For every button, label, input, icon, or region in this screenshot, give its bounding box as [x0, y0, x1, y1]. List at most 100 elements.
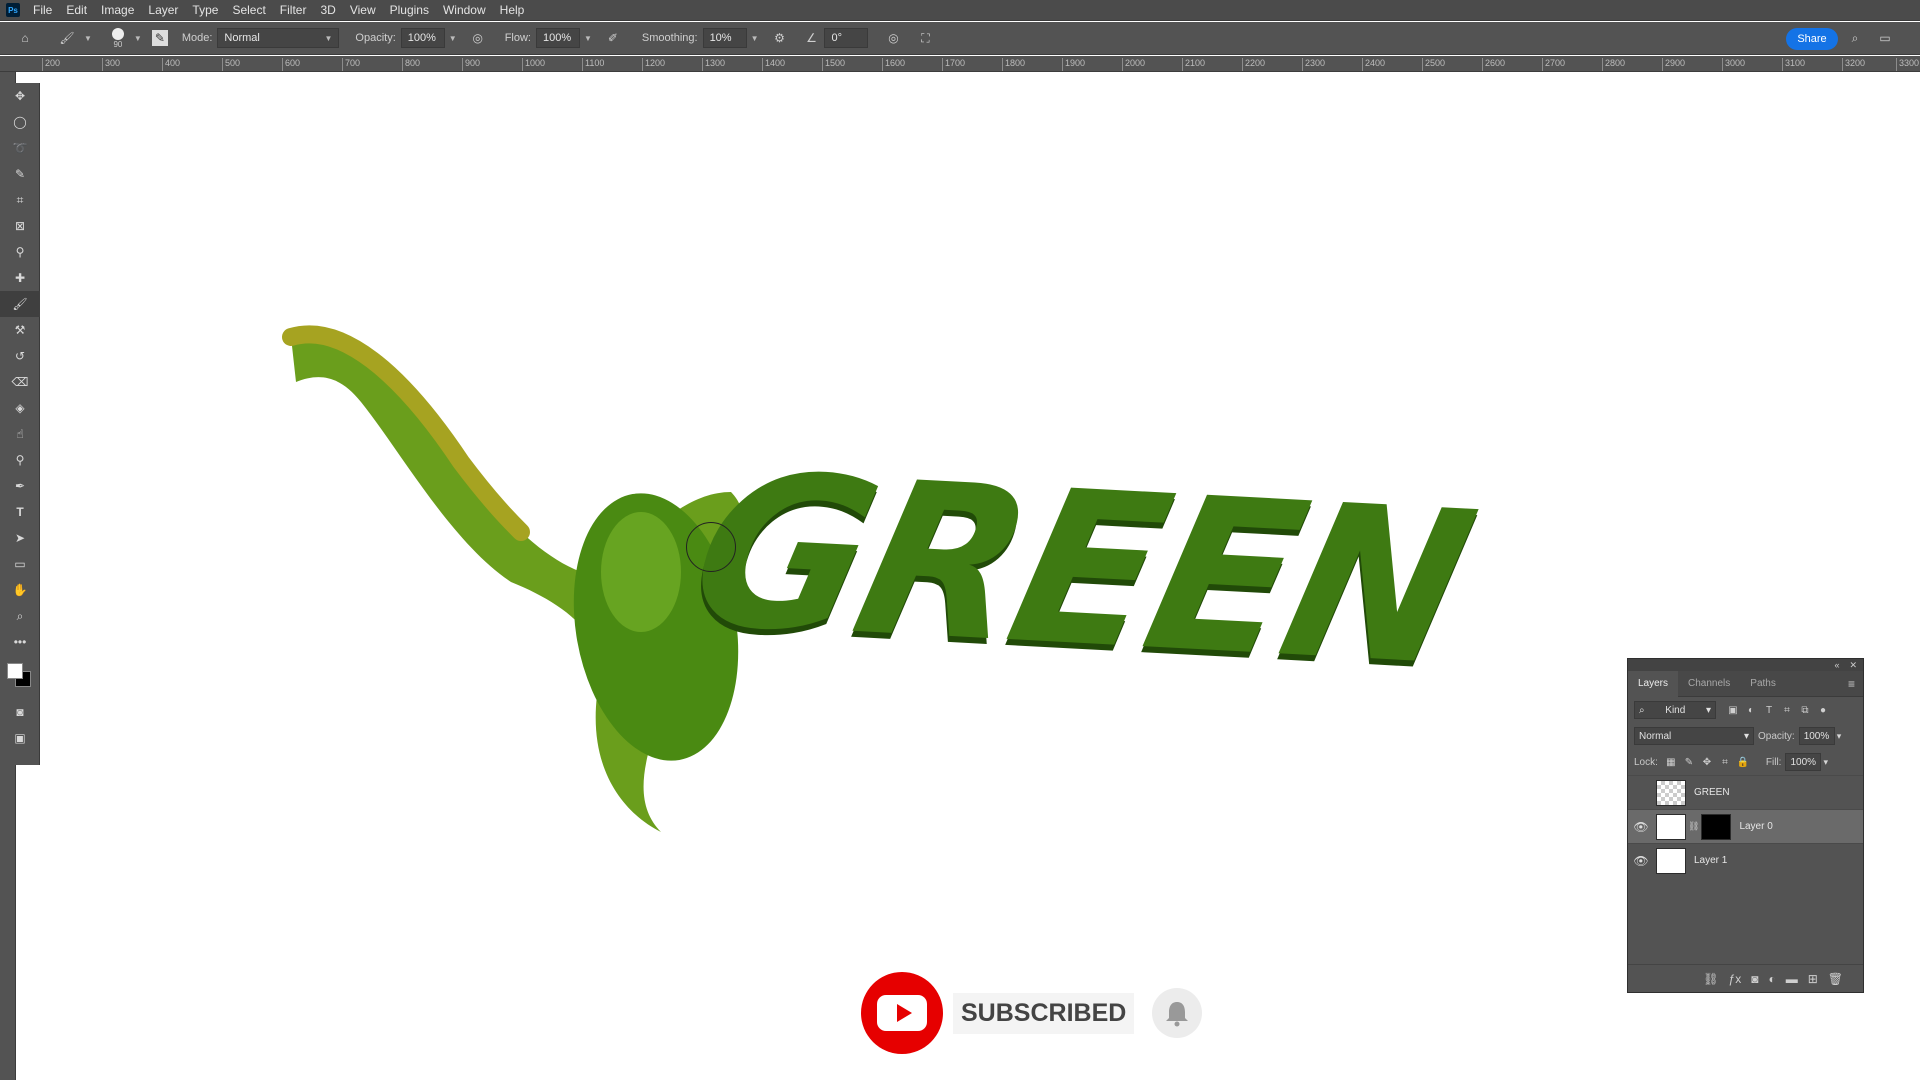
more-tools-icon[interactable]: •••	[0, 629, 40, 655]
menu-layer[interactable]: Layer	[141, 0, 185, 21]
tab-layers[interactable]: Layers	[1628, 670, 1679, 697]
paint-bucket-icon[interactable]: ◈	[0, 395, 40, 421]
zoom-icon[interactable]: ⌕	[0, 603, 40, 629]
fill-field[interactable]: 100%	[1785, 753, 1822, 771]
horizontal-ruler[interactable]: 200 300 400 500 600 700 800 900 1000 110…	[0, 56, 1920, 72]
adjustment-layer-icon[interactable]: ◐	[1768, 972, 1775, 986]
menu-3d[interactable]: 3D	[313, 0, 342, 21]
eye-icon[interactable]: 👁	[1632, 818, 1650, 836]
chevron-down-icon[interactable]: ▼	[449, 34, 457, 43]
layer-name[interactable]: Layer 0	[1739, 821, 1772, 832]
frame-icon[interactable]: ⊠	[0, 213, 40, 239]
chevron-down-icon[interactable]: ▼	[84, 34, 92, 43]
eyedropper-icon[interactable]: ⚲	[0, 239, 40, 265]
foreground-color-swatch[interactable]	[7, 663, 23, 679]
filter-shape-icon[interactable]: ⌗	[1778, 701, 1796, 719]
menu-help[interactable]: Help	[493, 0, 532, 21]
airbrush-icon[interactable]: ✐	[604, 29, 622, 47]
lock-artboard-icon[interactable]: ⌗	[1716, 753, 1734, 771]
workspace-icon[interactable]: ▭	[1876, 29, 1894, 47]
screen-mode-icon[interactable]: ▣	[0, 725, 40, 751]
gear-icon[interactable]: ⚙	[770, 29, 788, 47]
filter-toggle-icon[interactable]: ●	[1814, 701, 1832, 719]
elliptical-marquee-icon[interactable]: ◯	[0, 109, 40, 135]
menu-window[interactable]: Window	[436, 0, 493, 21]
home-icon[interactable]: ⌂	[16, 29, 34, 47]
delete-layer-icon[interactable]: 🗑	[1828, 972, 1843, 986]
brush-icon[interactable]: 🖌	[0, 291, 40, 317]
healing-brush-icon[interactable]: ✚	[0, 265, 40, 291]
filter-smart-object-icon[interactable]: ⧉	[1796, 701, 1814, 719]
layer-mask-thumbnail[interactable]	[1701, 813, 1732, 840]
filter-kind-select[interactable]: ⌕ Kind ▾	[1634, 701, 1716, 719]
color-swatches[interactable]	[0, 655, 40, 699]
flow-field[interactable]: 100%	[535, 28, 580, 48]
photoshop-logo[interactable]: Ps	[6, 3, 20, 17]
link-icon[interactable]: ⛓	[1688, 821, 1699, 832]
layer-name[interactable]: Layer 1	[1694, 855, 1727, 866]
lock-all-icon[interactable]: 🔒	[1734, 753, 1752, 771]
layer-name[interactable]: GREEN	[1694, 787, 1730, 798]
pen-icon[interactable]: ✒	[0, 473, 40, 499]
lock-transparent-icon[interactable]: ▦	[1662, 753, 1680, 771]
dodge-icon[interactable]: ⚲	[0, 447, 40, 473]
brush-preset-picker[interactable]: 90	[106, 27, 130, 49]
chevron-down-icon[interactable]: ▾	[1823, 757, 1828, 768]
quick-mask-icon[interactable]: ◙	[0, 699, 40, 725]
smudge-icon[interactable]: ☝	[0, 421, 40, 447]
menu-view[interactable]: View	[343, 0, 383, 21]
close-icon[interactable]: ✕	[1849, 660, 1857, 671]
rectangle-icon[interactable]: ▭	[0, 551, 40, 577]
tab-paths[interactable]: Paths	[1740, 671, 1786, 697]
blend-mode-select[interactable]: Normal ▾	[1634, 727, 1754, 745]
crop-icon[interactable]: ⌗	[0, 187, 40, 213]
move-tool-icon[interactable]: ✥	[0, 83, 40, 109]
layer-opacity-field[interactable]: 100%	[1798, 727, 1835, 745]
menu-plugins[interactable]: Plugins	[383, 0, 436, 21]
chevron-down-icon[interactable]: ▼	[134, 34, 142, 43]
hand-icon[interactable]: ✋	[0, 577, 40, 603]
new-group-icon[interactable]: ▬	[1786, 972, 1798, 986]
tab-channels[interactable]: Channels	[1678, 671, 1740, 697]
filter-adjustment-icon[interactable]: ◐	[1742, 701, 1760, 719]
filter-pixel-icon[interactable]: ▣	[1724, 701, 1742, 719]
layer-row-layer0[interactable]: 👁 ⛓ Layer 0	[1628, 809, 1863, 843]
brush-tool-icon[interactable]: 🖌	[58, 29, 76, 47]
type-tool-icon[interactable]: T	[0, 499, 40, 525]
layer-row-green[interactable]: GREEN	[1628, 775, 1863, 809]
chevron-down-icon[interactable]: ▾	[1837, 731, 1842, 742]
collapse-icon[interactable]: «	[1834, 660, 1839, 670]
symmetry-icon[interactable]: ⛶	[916, 29, 934, 47]
pressure-opacity-icon[interactable]: ◎	[469, 29, 487, 47]
lock-pixels-icon[interactable]: ✎	[1680, 753, 1698, 771]
menu-image[interactable]: Image	[94, 0, 141, 21]
angle-field[interactable]: 0°	[824, 28, 869, 48]
lasso-icon[interactable]: ➰	[0, 135, 40, 161]
add-mask-icon[interactable]: ◙	[1751, 972, 1758, 986]
lock-position-icon[interactable]: ✥	[1698, 753, 1716, 771]
new-layer-icon[interactable]: ⊞	[1808, 972, 1818, 986]
menu-select[interactable]: Select	[225, 0, 272, 21]
brush-settings-icon[interactable]: ✎	[151, 30, 168, 46]
layer-row-layer1[interactable]: 👁 Layer 1	[1628, 843, 1863, 877]
history-brush-icon[interactable]: ↺	[0, 343, 40, 369]
eye-icon[interactable]: 👁	[1632, 852, 1650, 870]
chevron-down-icon[interactable]: ▼	[751, 34, 759, 43]
link-layers-icon[interactable]: ⛓	[1703, 972, 1718, 986]
smoothing-field[interactable]: 10%	[702, 28, 747, 48]
visibility-toggle[interactable]	[1632, 784, 1650, 802]
layer-style-icon[interactable]: ƒx	[1729, 972, 1742, 986]
pressure-size-icon[interactable]: ◎	[884, 29, 902, 47]
filter-type-icon[interactable]: T	[1760, 701, 1778, 719]
search-icon[interactable]: ⌕	[1846, 29, 1864, 47]
share-button[interactable]: Share	[1786, 28, 1838, 50]
clone-stamp-icon[interactable]: ⚒	[0, 317, 40, 343]
path-selection-icon[interactable]: ➤	[0, 525, 40, 551]
menu-file[interactable]: File	[26, 0, 59, 21]
opacity-field[interactable]: 100%	[400, 28, 445, 48]
eraser-icon[interactable]: ⌫	[0, 369, 40, 395]
menu-filter[interactable]: Filter	[273, 0, 314, 21]
mode-select[interactable]: Normal ▼	[217, 28, 340, 48]
chevron-down-icon[interactable]: ▼	[584, 34, 592, 43]
menu-edit[interactable]: Edit	[59, 0, 94, 21]
